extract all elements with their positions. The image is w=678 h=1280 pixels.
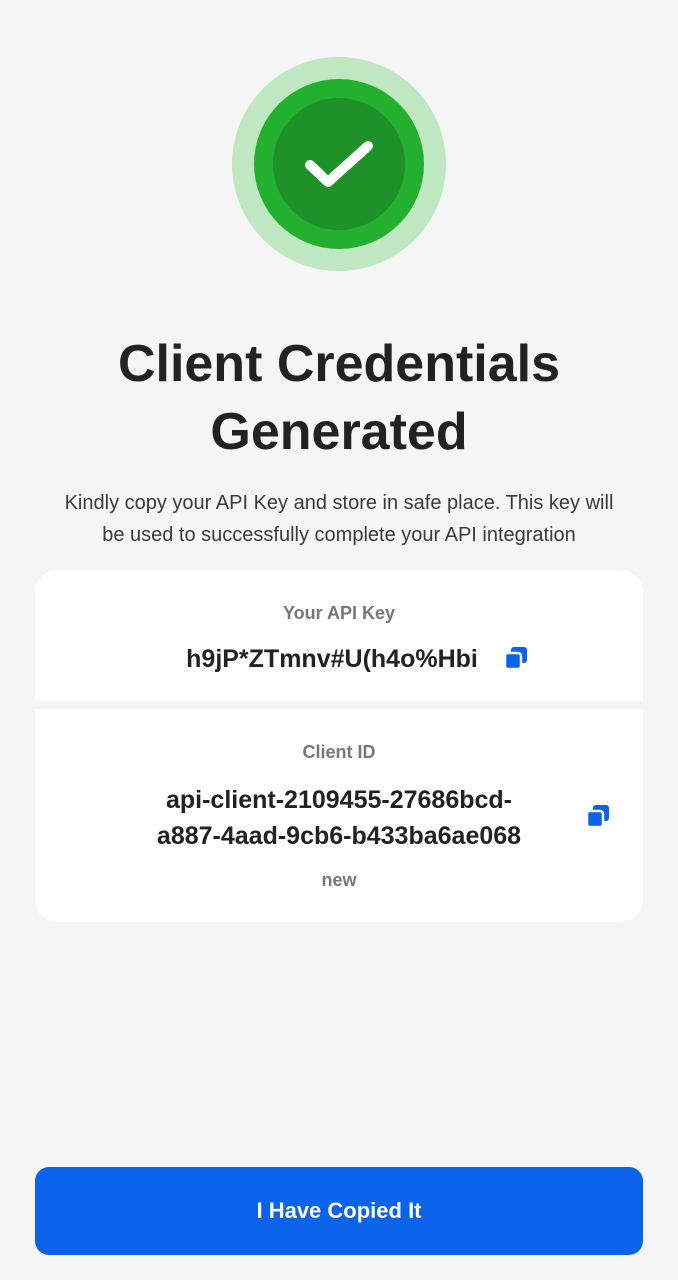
credentials-card: Your API Key h9jP*ZTmnv#U(h4o%Hbi Client…	[35, 570, 643, 922]
copy-api-key-icon[interactable]	[504, 646, 528, 670]
api-key-value: h9jP*ZTmnv#U(h4o%Hbi	[186, 645, 478, 673]
success-badge	[232, 57, 446, 271]
client-id-label: Client ID	[302, 742, 376, 762]
checkmark-icon	[305, 141, 373, 187]
page-title-line2: Generated	[210, 403, 468, 461]
copy-client-id-icon[interactable]	[586, 804, 610, 828]
client-id-line1: api-client-2109455-27686bcd-	[165, 786, 512, 814]
page-title-line1: Client Credentials	[117, 335, 561, 393]
copied-confirm-button[interactable]: I Have Copied It	[35, 1167, 643, 1255]
section-divider	[35, 701, 643, 709]
instructions-line1: Kindly copy your API Key and store in sa…	[64, 492, 614, 514]
client-id-value: api-client-2109455-27686bcd- a887-4aad-9…	[65, 782, 613, 854]
success-badge-core	[273, 98, 405, 230]
credentials-generated-screen: Client Credentials Generated Kindly copy…	[0, 0, 678, 1280]
success-badge-ring	[254, 79, 424, 249]
instructions-line2: be used to successfully complete your AP…	[102, 524, 576, 546]
client-status-tag: new	[321, 870, 357, 890]
instructions-text: Kindly copy your API Key and store in sa…	[30, 487, 648, 551]
api-key-label: Your API Key	[282, 603, 396, 623]
page-title: Client Credentials Generated	[0, 330, 678, 466]
client-id-line2: a887-4aad-9cb6-b433ba6ae068	[156, 822, 522, 850]
